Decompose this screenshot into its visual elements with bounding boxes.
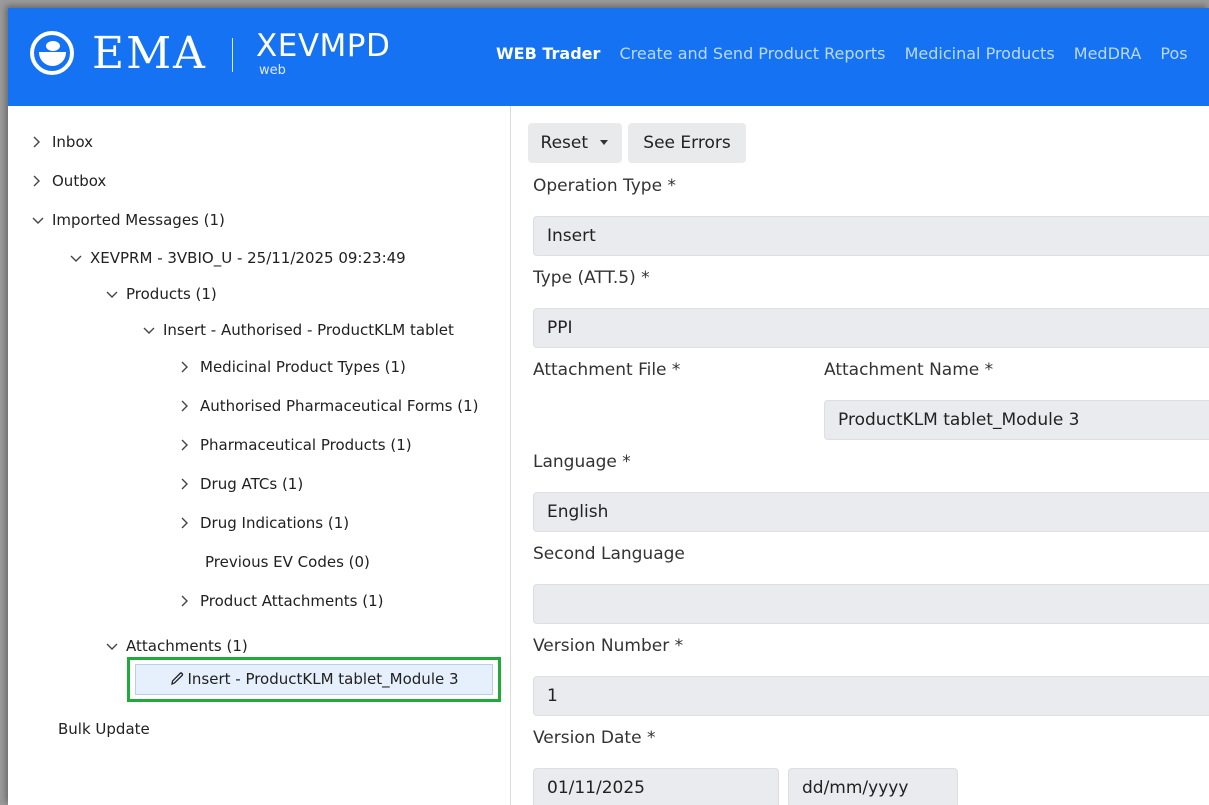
tree-item-outbox[interactable]: Outbox — [32, 171, 106, 193]
tree-label: Outbox — [52, 172, 107, 190]
chevron-right-icon[interactable] — [180, 359, 200, 379]
logo-ema-text: EMA — [92, 28, 207, 79]
tree-label: Authorised Pharmaceutical Forms (1) — [200, 397, 479, 415]
version-date-field[interactable]: 01/11/2025 — [533, 768, 779, 805]
logo-app-subtitle: web — [259, 63, 286, 78]
version-number-field[interactable]: 1 — [533, 676, 1209, 716]
tree-label: Drug ATCs (1) — [200, 475, 304, 493]
tree-item-product[interactable]: Insert - Authorised - ProductKLM tablet — [143, 320, 454, 342]
operation-type-field[interactable]: Insert — [533, 216, 1209, 256]
app-window: EMA XEVMPD web WEB Trader Create and Sen… — [8, 8, 1209, 805]
tree-item-attachments[interactable]: Attachments (1) — [106, 636, 248, 658]
ema-logo-icon — [30, 31, 74, 75]
version-date-label: Version Date * — [533, 728, 656, 748]
see-errors-button[interactable]: See Errors — [628, 123, 746, 163]
chevron-down-icon[interactable] — [106, 638, 126, 658]
language-field[interactable]: English — [533, 492, 1209, 532]
nav-medicinal-products[interactable]: Medicinal Products — [905, 44, 1055, 63]
language-label: Language * — [533, 452, 631, 472]
tree-label: Insert - Authorised - ProductKLM tablet — [163, 321, 454, 339]
logo-divider — [232, 38, 233, 72]
caret-down-icon — [600, 140, 609, 145]
tree-label: Inbox — [52, 133, 94, 151]
chevron-right-icon[interactable] — [180, 476, 200, 496]
main-nav: WEB Trader Create and Send Product Repor… — [496, 44, 1202, 63]
nav-meddra[interactable]: MedDRA — [1074, 44, 1142, 63]
attachment-file-label: Attachment File * — [533, 360, 681, 380]
chevron-down-icon[interactable] — [106, 286, 126, 306]
chevron-right-icon[interactable] — [180, 515, 200, 535]
tree-label: Bulk Update — [58, 720, 150, 738]
tree-label: Pharmaceutical Products (1) — [200, 436, 412, 454]
chevron-right-icon[interactable] — [180, 593, 200, 613]
nav-pos[interactable]: Pos — [1160, 44, 1187, 63]
tree-item-product-attachments[interactable]: Product Attachments (1) — [180, 591, 384, 613]
tree-item-medicinal-product-types[interactable]: Medicinal Product Types (1) — [180, 357, 406, 379]
chevron-right-icon[interactable] — [32, 173, 52, 193]
chevron-down-icon[interactable] — [32, 212, 52, 232]
reset-button[interactable]: Reset — [528, 123, 622, 163]
version-date-format: dd/mm/yyyy — [788, 768, 958, 805]
tree-label: Attachments (1) — [126, 637, 248, 655]
selection-highlight: Insert - ProductKLM tablet_Module 3 — [127, 657, 501, 702]
chevron-right-icon[interactable] — [180, 437, 200, 457]
tree-item-pharma-forms[interactable]: Authorised Pharmaceutical Forms (1) — [180, 396, 478, 418]
tree-item-pharma-products[interactable]: Pharmaceutical Products (1) — [180, 435, 412, 457]
pencil-icon — [171, 672, 184, 686]
tree-label: Imported Messages (1) — [52, 211, 225, 229]
tree-item-inbox[interactable]: Inbox — [32, 132, 93, 154]
type-label: Type (ATT.5) * — [533, 268, 650, 288]
attachment-name-label: Attachment Name * — [824, 360, 994, 380]
tree-label: Previous EV Codes (0) — [205, 553, 370, 571]
chevron-down-icon[interactable] — [70, 250, 90, 270]
second-language-label: Second Language — [533, 544, 685, 564]
chevron-right-icon[interactable] — [32, 134, 52, 154]
nav-create-send-reports[interactable]: Create and Send Product Reports — [619, 44, 885, 63]
tree-label: Insert - ProductKLM tablet_Module 3 — [187, 670, 459, 688]
reset-label: Reset — [540, 133, 589, 153]
logo-app-name: XEVMPD — [256, 28, 391, 64]
message-tree: Inbox Outbox Imported Messages (1) XEVPR… — [8, 106, 511, 805]
type-field[interactable]: PPI — [533, 308, 1209, 348]
top-header: EMA XEVMPD web WEB Trader Create and Sen… — [8, 8, 1209, 106]
tree-item-selected-attachment[interactable]: Insert - ProductKLM tablet_Module 3 — [135, 664, 493, 695]
version-number-label: Version Number * — [533, 636, 684, 656]
tree-label: Products (1) — [126, 285, 217, 303]
tree-item-drug-indications[interactable]: Drug Indications (1) — [180, 513, 349, 535]
tree-label: Drug Indications (1) — [200, 514, 350, 532]
nav-web-trader[interactable]: WEB Trader — [496, 44, 600, 63]
tree-item-imported-messages[interactable]: Imported Messages (1) — [32, 210, 225, 232]
tree-item-message[interactable]: XEVPRM - 3VBIO_U - 25/11/2025 09:23:49 — [70, 248, 406, 270]
tree-item-previous-ev-codes[interactable]: Previous EV Codes (0) — [205, 552, 370, 572]
attachment-name-field[interactable]: ProductKLM tablet_Module 3 — [824, 400, 1209, 440]
attachment-form: Reset See Errors Operation Type * Insert… — [511, 106, 1209, 805]
tree-label: XEVPRM - 3VBIO_U - 25/11/2025 09:23:49 — [90, 249, 406, 267]
tree-label: Medicinal Product Types (1) — [200, 358, 406, 376]
operation-type-label: Operation Type * — [533, 176, 676, 196]
chevron-right-icon[interactable] — [180, 398, 200, 418]
chevron-down-icon[interactable] — [143, 322, 163, 342]
tree-item-drug-atcs[interactable]: Drug ATCs (1) — [180, 474, 303, 496]
tree-item-products[interactable]: Products (1) — [106, 284, 217, 306]
second-language-field[interactable] — [533, 584, 1209, 624]
tree-item-bulk-update[interactable]: Bulk Update — [58, 719, 150, 739]
tree-label: Product Attachments (1) — [200, 592, 384, 610]
